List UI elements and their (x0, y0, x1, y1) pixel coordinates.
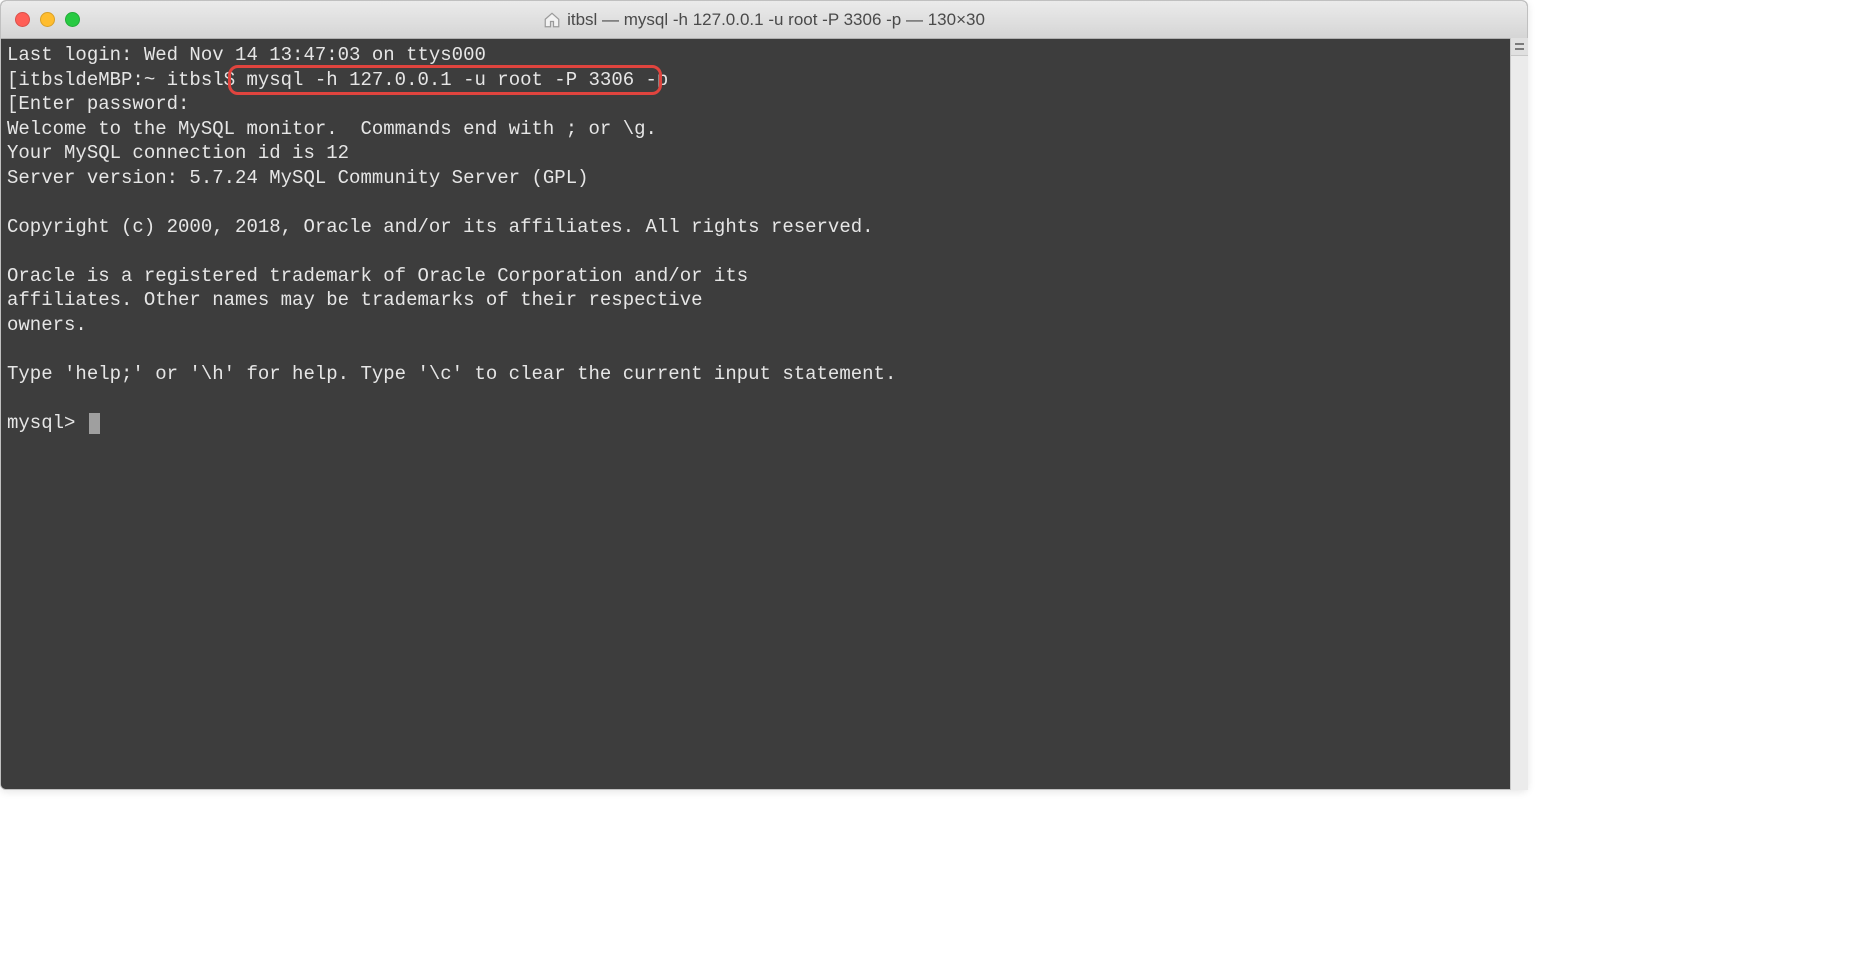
terminal-line: Type 'help;' or '\h' for help. Type '\c'… (7, 362, 1521, 387)
password-prompt: [Enter password: (7, 93, 189, 115)
terminal-line: owners. (7, 313, 1521, 338)
terminal-line: [Enter password:] (7, 92, 1521, 117)
terminal-line: Welcome to the MySQL monitor. Commands e… (7, 117, 1521, 142)
terminal-line: [itbsldeMBP:~ itbsl$ mysql -h 127.0.0.1 … (7, 68, 1521, 93)
shell-prompt: [itbsldeMBP:~ itbsl$ (7, 69, 246, 91)
scroll-toggle-icon[interactable] (1511, 38, 1528, 56)
mysql-prompt[interactable]: mysql> (7, 412, 87, 434)
title-bar[interactable]: itbsl — mysql -h 127.0.0.1 -u root -P 33… (1, 1, 1527, 39)
command-text: mysql -h 127.0.0.1 -u root -P 3306 -p (246, 69, 668, 91)
terminal-line: Server version: 5.7.24 MySQL Community S… (7, 166, 1521, 191)
terminal-line: mysql> (7, 411, 1521, 436)
scrollbar[interactable] (1510, 38, 1528, 790)
cursor-icon (89, 413, 100, 434)
terminal-body[interactable]: Last login: Wed Nov 14 13:47:03 on ttys0… (1, 39, 1527, 789)
home-icon (543, 11, 561, 29)
window-title: itbsl — mysql -h 127.0.0.1 -u root -P 33… (1, 10, 1527, 30)
minimize-button[interactable] (40, 12, 55, 27)
terminal-line: Last login: Wed Nov 14 13:47:03 on ttys0… (7, 43, 1521, 68)
window-title-text: itbsl — mysql -h 127.0.0.1 -u root -P 33… (567, 10, 985, 30)
terminal-line: Oracle is a registered trademark of Orac… (7, 264, 1521, 289)
terminal-line: Your MySQL connection id is 12 (7, 141, 1521, 166)
terminal-line: Copyright (c) 2000, 2018, Oracle and/or … (7, 215, 1521, 240)
terminal-line: affiliates. Other names may be trademark… (7, 288, 1521, 313)
window-controls (1, 12, 80, 27)
maximize-button[interactable] (65, 12, 80, 27)
terminal-window: itbsl — mysql -h 127.0.0.1 -u root -P 33… (0, 0, 1528, 790)
close-button[interactable] (15, 12, 30, 27)
